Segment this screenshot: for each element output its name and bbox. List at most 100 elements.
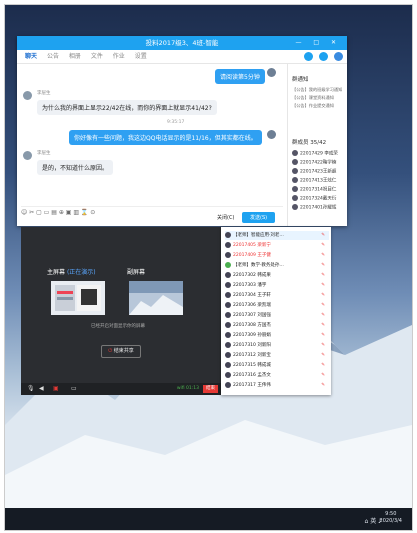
avatar bbox=[225, 311, 231, 318]
avatar bbox=[225, 331, 231, 338]
end-share-button[interactable]: ⏻ 结束共享 bbox=[101, 345, 141, 358]
group-sidepanel: 群通知 【公告】我的班级学习通知 【公告】课堂资料通知 【公告】作业提交通知 群… bbox=[287, 63, 348, 226]
message-bubble: 为什么我的界面上显示22/42在线，而你的界面上就显示41/42? bbox=[37, 100, 217, 115]
screen-preview-image bbox=[55, 285, 101, 311]
main-screen-label: 主屏幕 (正在演示) bbox=[47, 267, 96, 276]
member-item[interactable]: 22017423王新超 bbox=[292, 168, 336, 175]
tab-album[interactable]: 相册 bbox=[69, 53, 81, 60]
member-row[interactable]: 22017312 刘新宝 ✎ bbox=[225, 351, 329, 360]
phone-icon[interactable] bbox=[304, 52, 314, 61]
screen-share-window: 主屏幕 (正在演示) 副屏幕 已经开启对面显示你的屏幕 ⏻ 结束共享 🎙 ◀ ▣… bbox=[21, 227, 221, 395]
member-row[interactable]: 【老师】智能应用·刘老… ✎ bbox=[225, 231, 329, 240]
member-row[interactable]: 22017409 王子健 ✎ bbox=[225, 251, 329, 260]
message-bubble: 请阅读第5分钟 bbox=[215, 69, 265, 84]
members-title: 群成员 35/42 bbox=[292, 140, 327, 146]
avatar bbox=[225, 321, 231, 328]
screen-icon[interactable]: ▭ bbox=[71, 385, 77, 392]
member-name: 22017306 梁凯瑞 bbox=[233, 303, 271, 308]
avatar bbox=[225, 361, 231, 368]
chat-window: 投料2017级3、4班-智能 — □ ✕ 聊天 公告 相册 文件 作业 设置 请… bbox=[17, 36, 347, 226]
member-row[interactable]: 22017303 潘宇 ✎ bbox=[225, 281, 329, 290]
member-row[interactable]: 22017304 王子轩 ✎ bbox=[225, 291, 329, 300]
mic-muted-icon: ✎ bbox=[321, 363, 325, 368]
speaker-icon[interactable]: ◀ bbox=[39, 385, 44, 392]
member-row[interactable]: 22017310 刘新阳 ✎ bbox=[225, 341, 329, 350]
avatar bbox=[225, 291, 231, 298]
send-button[interactable]: 发送(S) bbox=[242, 212, 276, 223]
more-icon[interactable] bbox=[334, 52, 343, 61]
member-name: 【老师】智能应用·刘老… bbox=[233, 233, 284, 238]
member-name: 22017309 孙丽娟 bbox=[233, 333, 271, 338]
chat-titlebar[interactable]: 投料2017级3、4班-智能 — □ ✕ bbox=[17, 36, 347, 50]
member-name: 22017302 韩成果 bbox=[233, 273, 271, 278]
member-item[interactable]: 22017422鞠学楠 bbox=[292, 159, 336, 166]
mic-muted-icon: ✎ bbox=[321, 273, 325, 278]
tab-settings[interactable]: 设置 bbox=[135, 53, 147, 60]
mic-icon[interactable]: 🎙 bbox=[27, 385, 35, 392]
secondary-screen-label: 副屏幕 bbox=[127, 269, 146, 276]
sender-name: 李层生 bbox=[37, 151, 51, 156]
notice-item[interactable]: 【公告】作业提交通知 bbox=[292, 103, 334, 109]
camera-off-icon[interactable]: ▣ bbox=[53, 385, 59, 392]
mic-muted-icon: ✎ bbox=[321, 343, 325, 348]
avatar bbox=[225, 271, 231, 278]
avatar bbox=[225, 371, 231, 378]
member-row[interactable]: 【老师】数学·教务处孙… ✎ bbox=[225, 261, 329, 270]
main-screen-thumbnail[interactable] bbox=[51, 281, 105, 315]
member-row[interactable]: 22017307 刘国强 ✎ bbox=[225, 311, 329, 320]
main-screen-title: 主屏幕 bbox=[47, 269, 66, 276]
member-name: 22017310 刘新阳 bbox=[233, 343, 271, 348]
share-hint: 已经开启对面显示你的屏幕 bbox=[91, 324, 145, 329]
tab-homework[interactable]: 作业 bbox=[113, 53, 125, 60]
message-timestamp: 9:35:17 bbox=[167, 120, 185, 125]
tab-notice[interactable]: 公告 bbox=[47, 53, 59, 60]
member-item[interactable]: 22017429 李成荣 bbox=[292, 150, 338, 157]
member-name: 22017303 潘宇 bbox=[233, 283, 267, 288]
member-item[interactable]: 22017413王炫仁 bbox=[292, 177, 336, 184]
mic-muted-icon: ✎ bbox=[321, 383, 325, 388]
share-bottombar: 🎙 ◀ ▣ ▭ wifi 01:13 结束 bbox=[21, 383, 221, 395]
avatar bbox=[225, 381, 231, 388]
secondary-screen-thumbnail[interactable] bbox=[129, 281, 183, 315]
member-row[interactable]: 22017405 梁新宁 ✎ bbox=[225, 241, 329, 250]
member-name: 22017409 王子健 bbox=[233, 253, 271, 258]
mic-muted-icon: ✎ bbox=[321, 243, 325, 248]
member-row[interactable]: 22017315 韩成城 ✎ bbox=[225, 361, 329, 370]
avatar bbox=[292, 150, 298, 156]
window-controls[interactable]: — □ ✕ bbox=[295, 36, 341, 50]
avatar[interactable] bbox=[23, 151, 32, 160]
member-name: 22017314祝目仁 bbox=[300, 187, 337, 193]
member-row[interactable]: 22017309 孙丽娟 ✎ bbox=[225, 331, 329, 340]
video-icon[interactable] bbox=[319, 52, 329, 61]
member-item[interactable]: 22017401孙耀辉 bbox=[292, 204, 336, 211]
avatar[interactable] bbox=[267, 130, 276, 139]
member-row[interactable]: 22017306 梁凯瑞 ✎ bbox=[225, 301, 329, 310]
member-row[interactable]: 22017316 孟杰文 ✎ bbox=[225, 371, 329, 380]
hangup-button[interactable]: 结束 bbox=[203, 385, 218, 393]
avatar[interactable] bbox=[23, 91, 32, 100]
mic-muted-icon: ✎ bbox=[321, 263, 325, 268]
member-row[interactable]: 22017308 方国杰 ✎ bbox=[225, 321, 329, 330]
message-bubble: 是的，不知道什么原因。 bbox=[37, 160, 114, 175]
notice-item[interactable]: 【公告】课堂资料通知 bbox=[292, 95, 334, 101]
member-name: 22017423王新超 bbox=[300, 169, 337, 175]
avatar bbox=[225, 281, 231, 288]
avatar bbox=[225, 251, 231, 258]
clock-date: 2020/3/4 bbox=[379, 518, 402, 524]
member-item[interactable]: 22017314祝目仁 bbox=[292, 186, 336, 193]
taskbar: ⌂ 英 ♪ 9:50 2020/3/4 bbox=[5, 508, 412, 530]
mic-muted-icon: ✎ bbox=[321, 283, 325, 288]
member-row[interactable]: 22017317 王伟伟 ✎ bbox=[225, 381, 329, 390]
member-item[interactable]: 22017324戴天衍 bbox=[292, 195, 336, 202]
avatar[interactable] bbox=[267, 68, 276, 77]
toolbar-icons[interactable]: ☺ ✂ ▢ ▭ ▤ ⊕ ▣ ▥ ⌛ ⊙ bbox=[21, 209, 95, 216]
mic-muted-icon: ✎ bbox=[321, 303, 325, 308]
avatar bbox=[225, 231, 231, 238]
close-button[interactable]: 关闭(C) bbox=[217, 215, 234, 221]
tab-chat[interactable]: 聊天 bbox=[25, 53, 37, 60]
notice-item[interactable]: 【公告】我的班级学习通知 bbox=[292, 87, 342, 93]
taskbar-clock[interactable]: 9:50 2020/3/4 bbox=[380, 511, 402, 525]
tab-files[interactable]: 文件 bbox=[91, 53, 103, 60]
member-row[interactable]: 22017302 韩成果 ✎ bbox=[225, 271, 329, 280]
member-name: 22017316 孟杰文 bbox=[233, 373, 271, 378]
